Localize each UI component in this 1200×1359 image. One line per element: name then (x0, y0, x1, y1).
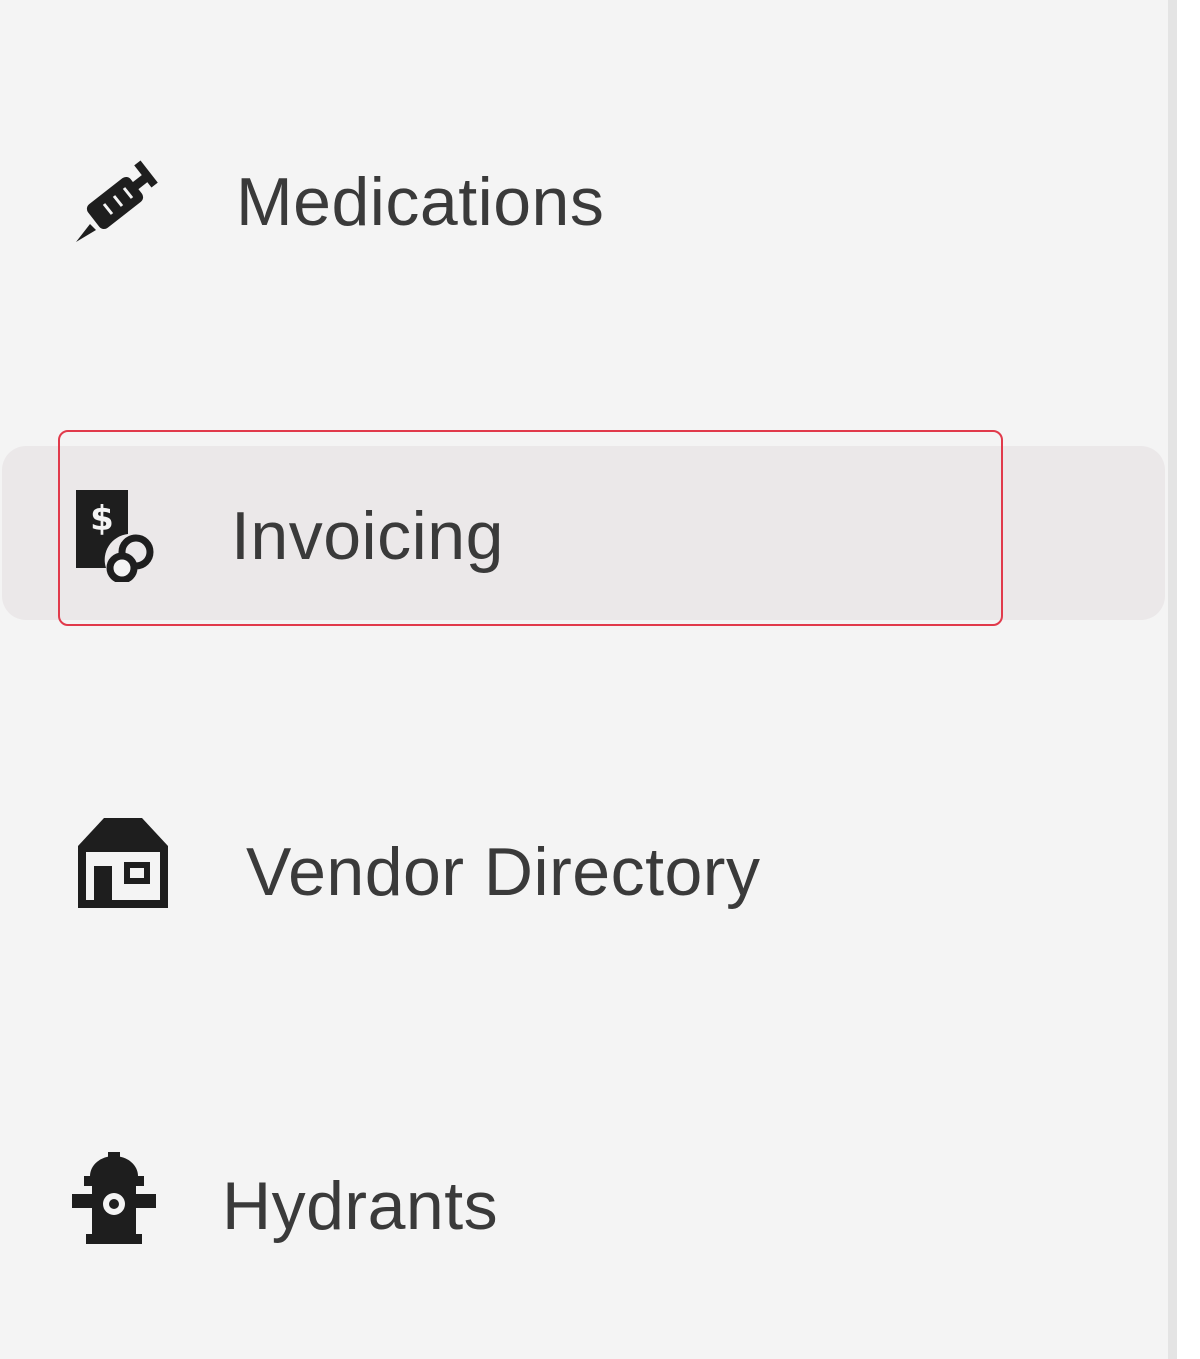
sidebar-item-hydrants[interactable]: Hydrants (2, 1118, 1165, 1292)
sidebar-nav: Medications $ Invoicing Vendor Directory (0, 0, 1168, 1359)
fire-hydrant-icon (64, 1148, 164, 1248)
sidebar-item-label: Hydrants (222, 1168, 499, 1244)
sidebar-item-label: Vendor Directory (246, 834, 761, 910)
sidebar-scrollbar[interactable] (1168, 0, 1177, 1359)
invoice-icon: $ (70, 482, 170, 582)
house-icon (72, 814, 172, 914)
svg-text:$: $ (90, 499, 114, 539)
sidebar-item-label: Medications (236, 164, 605, 240)
sidebar-item-invoicing[interactable]: $ Invoicing (2, 446, 1165, 620)
syringe-icon (66, 150, 166, 250)
sidebar-item-label: Invoicing (231, 498, 504, 574)
sidebar-item-vendor-directory[interactable]: Vendor Directory (2, 784, 1165, 958)
sidebar-item-medications[interactable]: Medications (2, 114, 1165, 288)
